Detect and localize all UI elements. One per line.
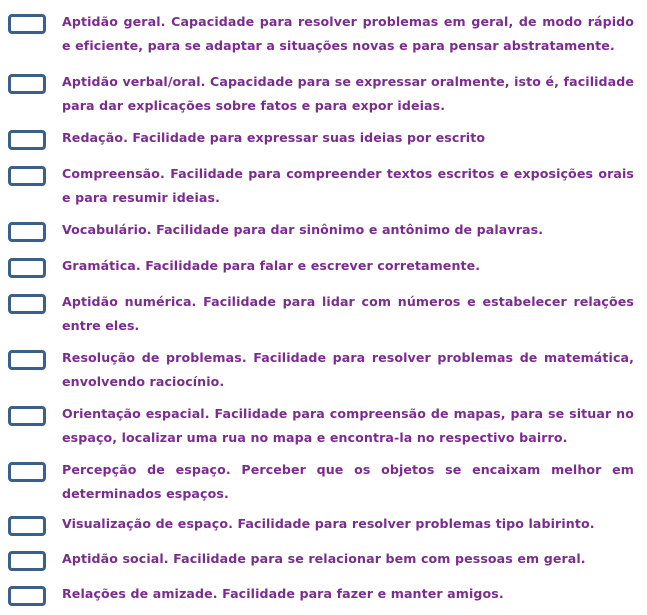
checklist-item-label: Aptidão geral. Capacidade para resolver … — [62, 14, 634, 53]
checkbox-redacao[interactable] — [8, 130, 46, 150]
checkbox-orientacao-espacial[interactable] — [8, 406, 46, 426]
checklist-item-label: Relações de amizade. Facilidade para faz… — [62, 586, 504, 601]
checklist-item-label: Gramática. Facilidade para falar e escre… — [62, 258, 481, 273]
checkbox-compreensao[interactable] — [8, 166, 46, 186]
checklist-item-label: Compreensão. Facilidade para compreender… — [62, 166, 634, 205]
checklist-item-label: Percepção de espaço. Perceber que os obj… — [62, 462, 634, 501]
checkbox-percepcao-de-espaco[interactable] — [8, 462, 46, 482]
checkbox-relacoes-de-amizade[interactable] — [8, 586, 46, 606]
checkbox-aptidao-numerica[interactable] — [8, 294, 46, 314]
checklist-item: Aptidão geral. Capacidade para resolver … — [0, 13, 647, 58]
checklist-item-label: Visualização de espaço. Facilidade para … — [62, 516, 595, 531]
checklist-item-label: Vocabulário. Facilidade para dar sinônim… — [62, 222, 544, 237]
checkbox-resolucao-de-problemas[interactable] — [8, 350, 46, 370]
checklist-item: Relações de amizade. Facilidade para faz… — [0, 585, 647, 606]
checklist-item: Aptidão social. Facilidade para se relac… — [0, 550, 647, 571]
checklist-item-label: Aptidão verbal/oral. Capacidade para se … — [62, 74, 634, 113]
checklist-item-label: Redação. Facilidade para expressar suas … — [62, 130, 486, 145]
checklist-item: Compreensão. Facilidade para compreender… — [0, 165, 647, 210]
checklist-item: Redação. Facilidade para expressar suas … — [0, 129, 647, 150]
checkbox-aptidao-social[interactable] — [8, 551, 46, 571]
checklist-item: Percepção de espaço. Perceber que os obj… — [0, 461, 647, 506]
checklist-item: Gramática. Facilidade para falar e escre… — [0, 257, 647, 278]
checklist-item-label: Aptidão numérica. Facilidade para lidar … — [62, 294, 634, 333]
checkbox-vocabulario[interactable] — [8, 222, 46, 242]
checklist-item-label: Orientação espacial. Facilidade para com… — [62, 406, 634, 445]
checkbox-aptidao-geral[interactable] — [8, 14, 46, 34]
checklist-item: Aptidão numérica. Facilidade para lidar … — [0, 293, 647, 338]
checkbox-gramatica[interactable] — [8, 258, 46, 278]
checklist-item: Orientação espacial. Facilidade para com… — [0, 405, 647, 450]
checklist-item-label: Aptidão social. Facilidade para se relac… — [62, 551, 586, 566]
checklist-item-label: Resolução de problemas. Facilidade para … — [62, 350, 634, 389]
checkbox-visualizacao-de-espaco[interactable] — [8, 516, 46, 536]
checklist-item: Visualização de espaço. Facilidade para … — [0, 515, 647, 536]
aptitude-checklist: Aptidão geral. Capacidade para resolver … — [0, 0, 647, 615]
checklist-item: Vocabulário. Facilidade para dar sinônim… — [0, 221, 647, 242]
checklist-item: Resolução de problemas. Facilidade para … — [0, 349, 647, 394]
checklist-item: Aptidão verbal/oral. Capacidade para se … — [0, 73, 647, 118]
checkbox-aptidao-verbal-oral[interactable] — [8, 74, 46, 94]
